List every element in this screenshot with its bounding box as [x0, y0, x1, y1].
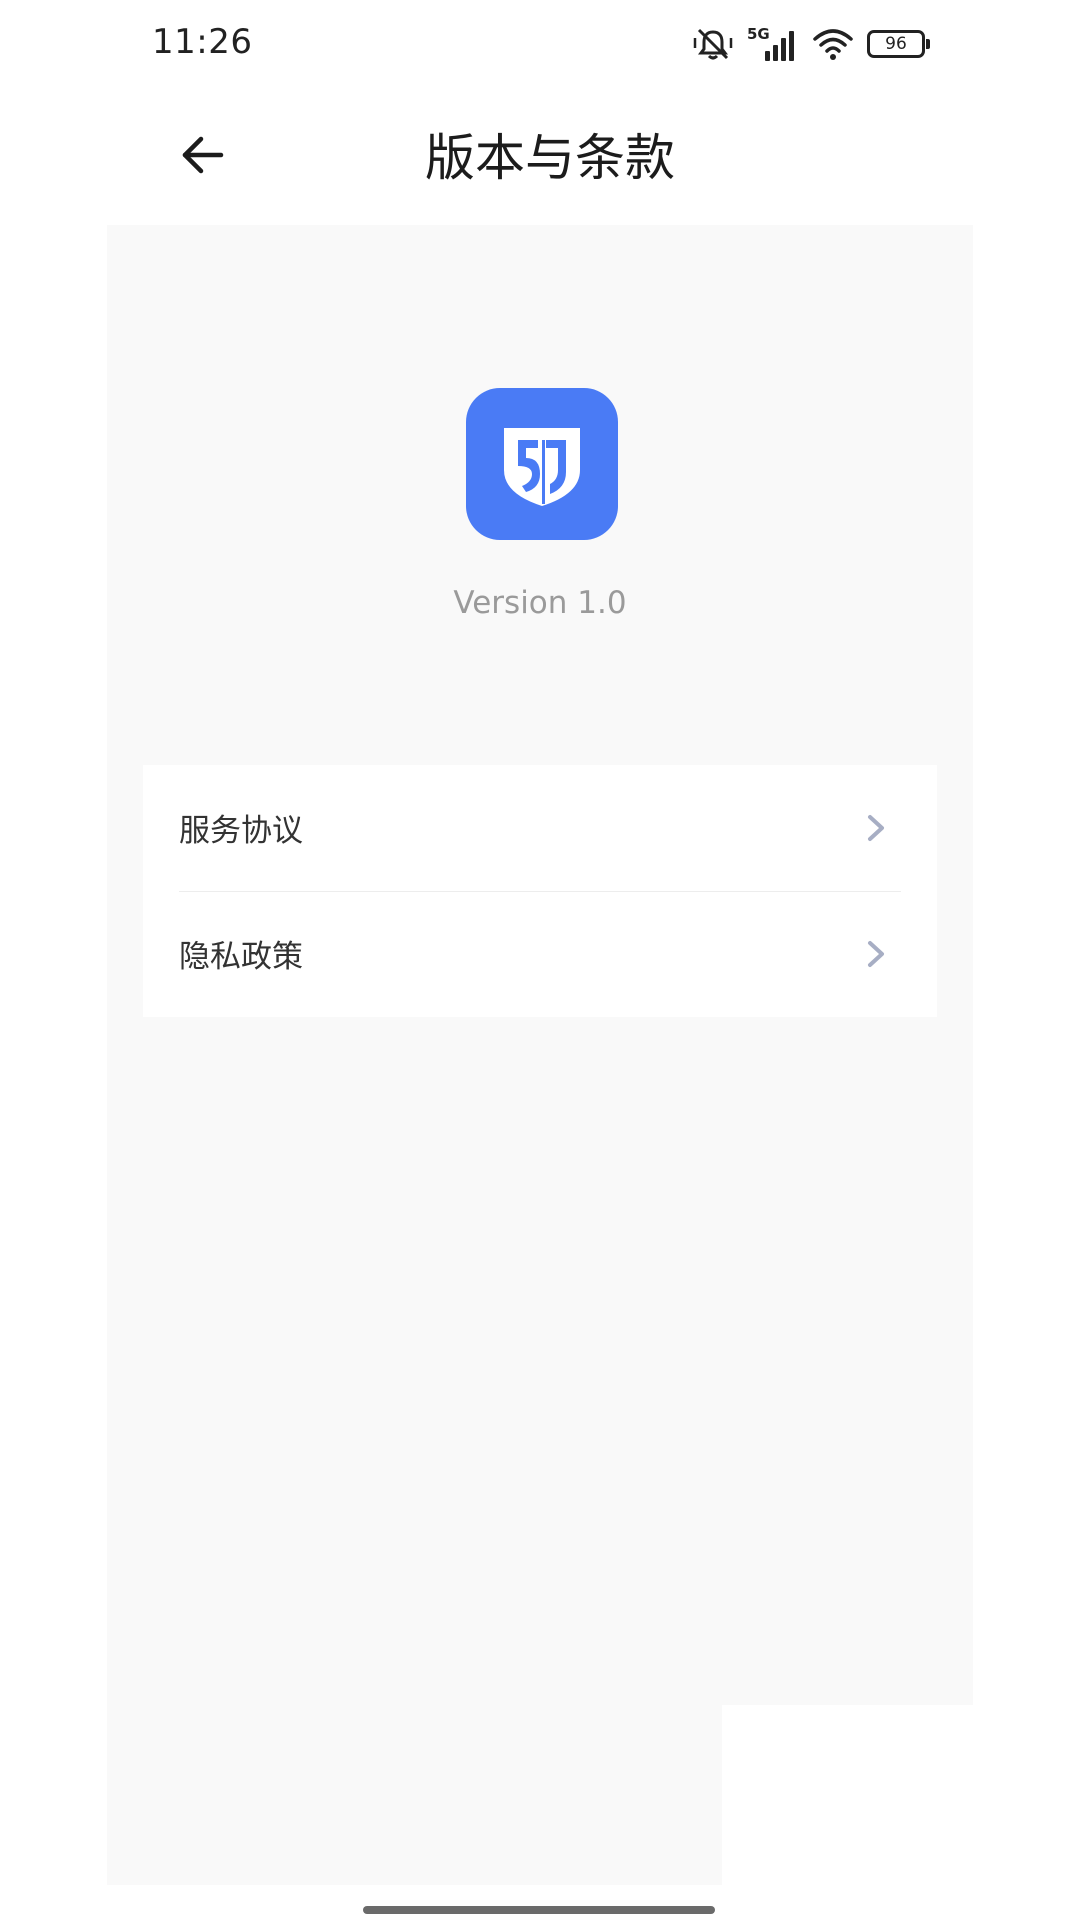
content-panel: Version 1.0 服务协议 隐私政策	[107, 225, 973, 1705]
battery-icon: 96	[867, 30, 930, 58]
menu-item-service-agreement[interactable]: 服务协议	[143, 765, 937, 891]
page-title: 版本与条款	[425, 129, 675, 187]
menu-card: 服务协议 隐私政策	[143, 765, 937, 1017]
wifi-icon	[813, 29, 853, 60]
menu-item-label: 隐私政策	[179, 939, 303, 975]
menu-item-privacy-policy[interactable]: 隐私政策	[143, 891, 937, 1017]
home-indicator[interactable]	[363, 1906, 715, 1914]
menu-item-label: 服务协议	[179, 813, 303, 849]
chevron-right-icon	[868, 815, 884, 841]
screen: 11:26 5G 96 版本与条款 Version 1.0 服务协议 隐私政策	[0, 0, 1080, 1920]
battery-level: 96	[885, 33, 907, 54]
app-shield-logo-icon	[466, 388, 618, 540]
content-panel-bottom	[107, 1705, 722, 1885]
status-icons: 5G 96	[693, 24, 930, 64]
status-bar: 11:26 5G 96	[0, 0, 1080, 90]
status-time: 11:26	[152, 22, 253, 62]
header: 版本与条款	[0, 100, 1080, 210]
mute-vibrate-icon	[693, 28, 733, 60]
chevron-right-icon	[868, 941, 884, 967]
cellular-signal-icon: 5G	[747, 25, 799, 63]
app-version: Version 1.0	[453, 585, 627, 621]
